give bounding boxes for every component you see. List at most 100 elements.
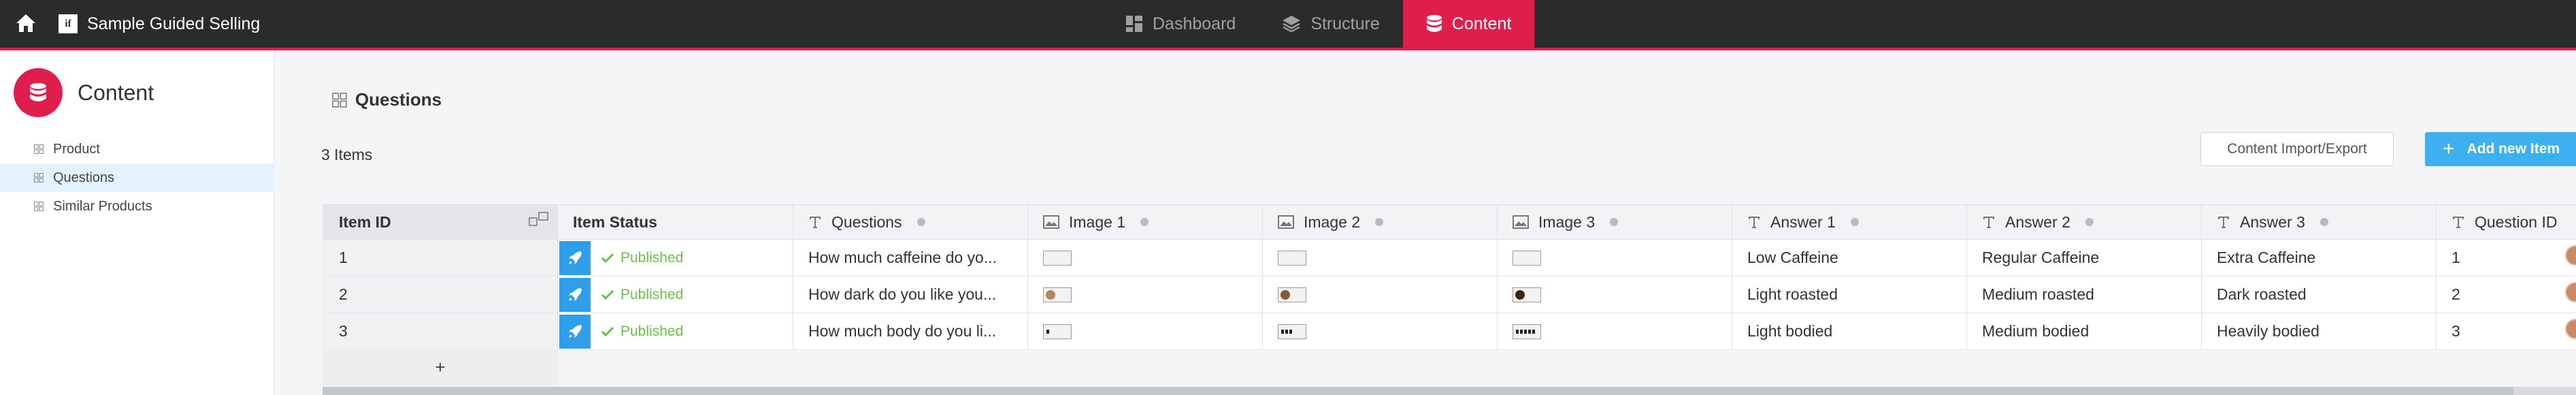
column-header-label: Image 2 — [1304, 212, 1361, 231]
publish-button[interactable] — [559, 240, 591, 275]
sidebar: Content Product Questions Similar Produc… — [0, 50, 274, 395]
nav-dashboard[interactable]: Dashboard — [1102, 0, 1259, 48]
main-nav: Dashboard Structure Content — [1102, 0, 1535, 48]
answer-1-cell[interactable]: Low Caffeine — [1732, 240, 1967, 276]
table-row[interactable]: 3 Published How much body do you li... L… — [323, 313, 2576, 350]
column-header-label: Item ID — [339, 212, 391, 231]
answer-2-cell[interactable]: Medium roasted — [1967, 276, 2202, 313]
scrollbar-thumb[interactable] — [323, 387, 2513, 395]
answer-2-cell[interactable]: Regular Caffeine — [1967, 240, 2202, 276]
image-thumbnail[interactable] — [1043, 250, 1072, 266]
image-2-cell[interactable] — [1263, 240, 1498, 276]
status-label: Published — [621, 249, 684, 266]
text-type-icon — [1747, 215, 1761, 229]
sidebar-item-questions[interactable]: Questions — [0, 163, 274, 192]
nav-content[interactable]: Content — [1402, 0, 1535, 48]
nav-structure[interactable]: Structure — [1259, 0, 1402, 48]
column-header-label: Question ID — [2475, 212, 2558, 231]
answer-1-cell[interactable]: Light bodied — [1732, 313, 1967, 349]
info-icon[interactable] — [2319, 218, 2328, 226]
status-label: Published — [621, 323, 684, 339]
answer-3-cell[interactable]: Heavily bodied — [2202, 313, 2437, 349]
column-header-image-2[interactable]: Image 2 — [1263, 205, 1498, 239]
image-1-cell[interactable] — [1028, 313, 1263, 349]
table-header: Item ID Item Status Questions Image 1 Im… — [323, 204, 2576, 240]
sidebar-item-product[interactable]: Product — [0, 135, 274, 163]
sidebar-item-similar-products[interactable]: Similar Products — [0, 192, 274, 221]
expand-icon[interactable] — [529, 212, 549, 231]
image-thumbnail[interactable] — [1278, 323, 1306, 339]
image-3-cell[interactable] — [1498, 276, 1732, 313]
column-header-label: Answer 3 — [2240, 212, 2305, 231]
table-row[interactable]: 2 Published How dark do you like you... … — [323, 276, 2576, 313]
answer-1-cell[interactable]: Light roasted — [1732, 276, 1967, 313]
info-icon[interactable] — [917, 218, 925, 226]
app-logo: if — [59, 14, 78, 33]
column-header-questions[interactable]: Questions — [793, 205, 1028, 239]
image-1-cell[interactable] — [1028, 276, 1263, 313]
image-thumbnail[interactable] — [1513, 250, 1541, 266]
question-id-cell[interactable]: 3 — [2437, 313, 2576, 349]
column-header-label: Item Status — [573, 212, 657, 231]
image-2-cell[interactable] — [1263, 276, 1498, 313]
item-status-cell[interactable]: Published — [558, 240, 793, 276]
publish-button[interactable] — [559, 314, 591, 349]
answer-2-cell[interactable]: Medium bodied — [1967, 313, 2202, 349]
item-status-cell[interactable]: Published — [558, 313, 793, 349]
image-2-cell[interactable] — [1263, 313, 1498, 349]
add-new-item-button[interactable]: + Add new Item — [2425, 132, 2576, 166]
image-thumbnail[interactable] — [1043, 287, 1072, 302]
dark-roast-bean-icon — [1515, 289, 1525, 300]
layers-icon — [1282, 15, 1301, 33]
column-header-answer-3[interactable]: Answer 3 — [2202, 205, 2437, 239]
image-type-icon — [1043, 215, 1059, 229]
image-thumbnail[interactable] — [1278, 287, 1306, 302]
text-type-icon — [1982, 215, 1996, 229]
image-3-cell[interactable] — [1498, 240, 1732, 276]
info-icon[interactable] — [1140, 218, 1149, 226]
question-cell[interactable]: How much body do you li... — [793, 313, 1028, 349]
answer-3-cell[interactable]: Extra Caffeine — [2202, 240, 2437, 276]
home-button[interactable] — [12, 10, 39, 37]
image-3-cell[interactable] — [1498, 313, 1732, 349]
image-thumbnail[interactable] — [1513, 287, 1541, 302]
item-id-cell[interactable]: 2 — [323, 276, 558, 313]
column-header-item-id[interactable]: Item ID — [323, 205, 558, 239]
column-header-image-3[interactable]: Image 3 — [1498, 205, 1732, 239]
app-title[interactable]: Sample Guided Selling — [87, 15, 260, 33]
info-icon[interactable] — [2085, 218, 2094, 226]
publish-button[interactable] — [559, 277, 591, 312]
table-row[interactable]: 1 Published How much caffeine do yo... L… — [323, 240, 2576, 276]
image-1-cell[interactable] — [1028, 240, 1263, 276]
item-id-cell[interactable]: 3 — [323, 313, 558, 349]
question-id-cell[interactable]: 1 — [2437, 240, 2576, 276]
column-header-question-id[interactable]: Question ID — [2437, 205, 2576, 239]
image-thumbnail[interactable] — [1278, 250, 1306, 266]
column-header-answer-1[interactable]: Answer 1 — [1732, 205, 1967, 239]
info-icon[interactable] — [1375, 218, 1384, 226]
info-icon[interactable] — [1850, 218, 1859, 226]
check-icon — [601, 253, 614, 264]
column-header-item-status[interactable]: Item Status — [558, 205, 793, 239]
home-icon — [16, 14, 35, 32]
content-import-export-button[interactable]: Content Import/Export — [2200, 132, 2394, 166]
database-icon — [14, 68, 63, 117]
add-row: + — [323, 349, 558, 385]
rocket-icon — [569, 324, 582, 338]
image-thumbnail[interactable] — [1513, 323, 1541, 339]
grid-icon — [34, 173, 44, 183]
image-thumbnail[interactable] — [1043, 323, 1072, 339]
column-header-answer-2[interactable]: Answer 2 — [1967, 205, 2202, 239]
question-cell[interactable]: How much caffeine do yo... — [793, 240, 1028, 276]
item-id-cell[interactable]: 1 — [323, 240, 558, 276]
column-header-image-1[interactable]: Image 1 — [1028, 205, 1263, 239]
text-type-icon — [808, 215, 822, 229]
question-id-cell[interactable]: 2 — [2437, 276, 2576, 313]
answer-3-cell[interactable]: Dark roasted — [2202, 276, 2437, 313]
question-cell[interactable]: How dark do you like you... — [793, 276, 1028, 313]
horizontal-scrollbar[interactable] — [323, 387, 2576, 395]
item-status-cell[interactable]: Published — [558, 276, 793, 313]
add-row-button[interactable]: + — [323, 349, 558, 385]
info-icon[interactable] — [1610, 218, 1619, 226]
sidebar-list: Product Questions Similar Products — [0, 135, 274, 221]
